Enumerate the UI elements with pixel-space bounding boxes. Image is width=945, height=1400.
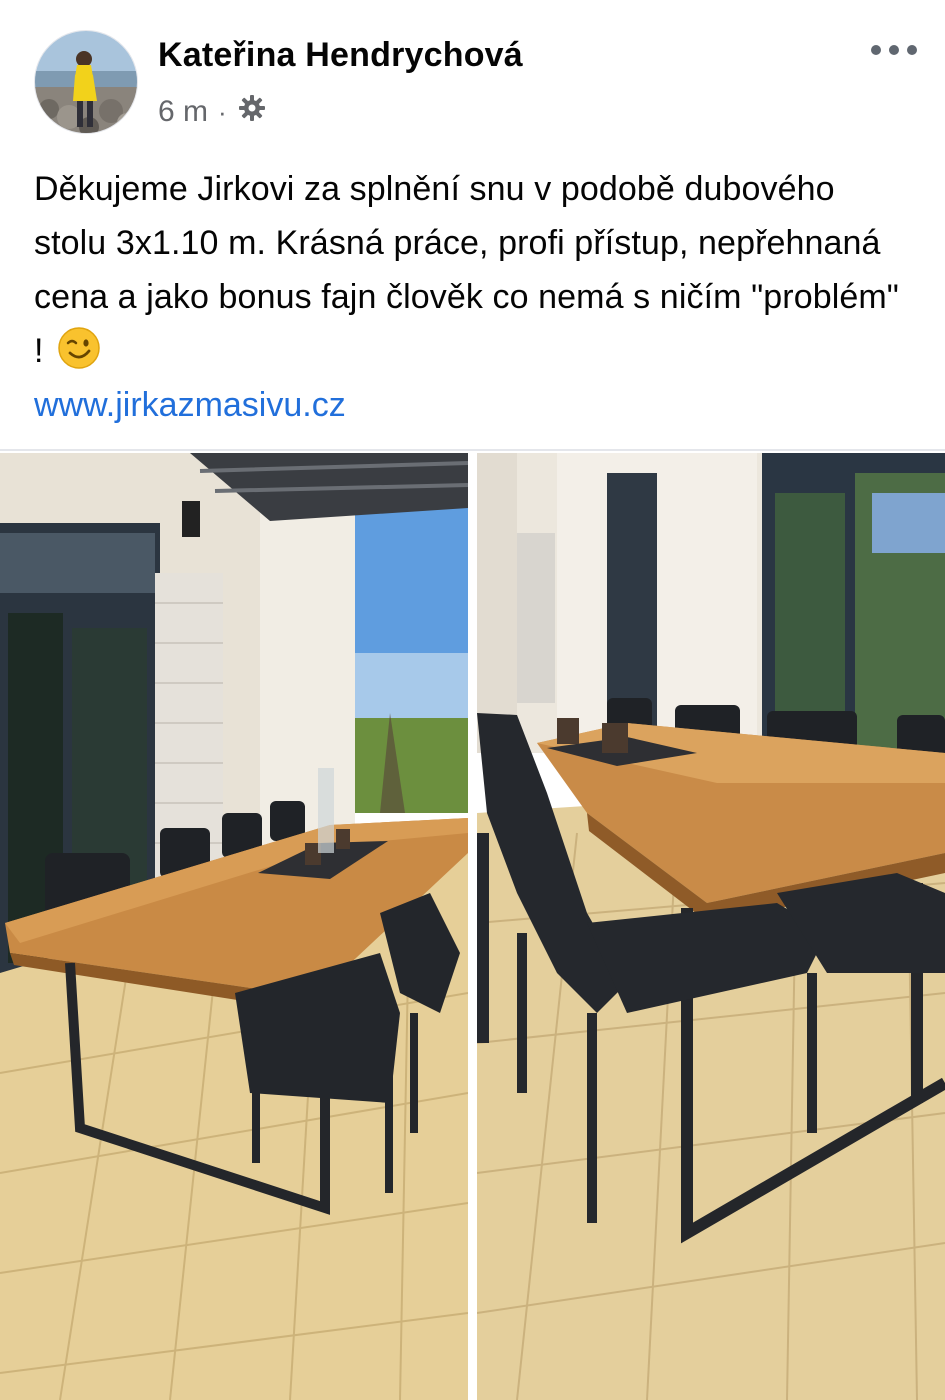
post-link[interactable]: www.jirkazmasivu.cz [34,378,346,432]
terrace-oak-table-photo-2[interactable] [477,453,945,1400]
winking-face-emoji-icon [57,326,101,386]
post-text: Děkujeme Jirkovi za splnění snu v podobě… [34,162,914,386]
divider [0,449,945,451]
post-message: Děkujeme Jirkovi za splnění snu v podobě… [34,170,899,370]
terrace-oak-table-photo-1[interactable] [0,453,468,1400]
avatar[interactable] [34,30,138,134]
post-timestamp[interactable]: 6 m [158,95,208,129]
post-meta: 6 m · [158,92,267,132]
author-name[interactable]: Kateřina Hendrychová [158,36,523,75]
more-horizontal-icon[interactable] [871,38,917,62]
gear-icon[interactable] [237,93,267,131]
meta-separator: · [218,96,227,127]
post-header: Kateřina Hendrychová 6 m · [0,0,945,150]
